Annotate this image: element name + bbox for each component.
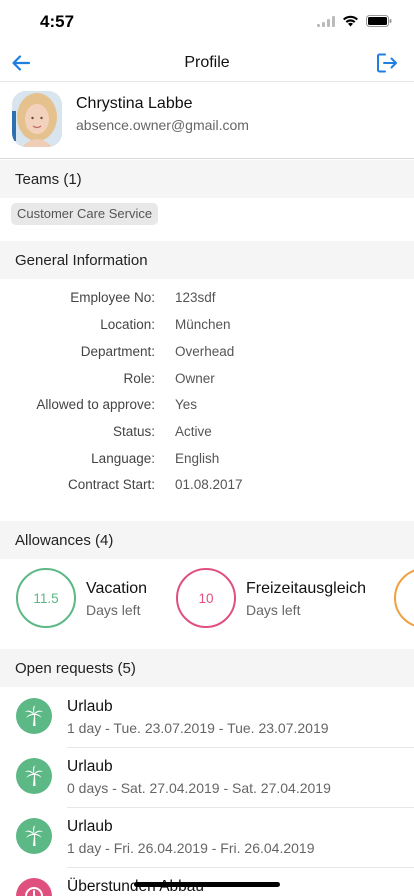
info-row-location: Location: München xyxy=(0,317,414,339)
info-row-contract-start: Contract Start: 01.08.2017 xyxy=(0,477,414,499)
info-label: Employee No: xyxy=(70,290,155,305)
info-value: 01.08.2017 xyxy=(175,477,243,492)
allowance-title: Vacation xyxy=(86,580,148,597)
requests-section-header: Open requests (5) xyxy=(0,649,414,687)
allowance-freizeitausgleich[interactable]: 10 Freizeitausgleich Days left xyxy=(176,568,376,630)
info-label: Language: xyxy=(91,451,155,466)
navigation-bar: Profile xyxy=(0,44,414,82)
info-value: Yes xyxy=(175,397,198,412)
wifi-icon xyxy=(343,15,358,27)
palm-tree-icon xyxy=(16,698,52,734)
info-label: Contract Start: xyxy=(67,477,155,492)
teams-section-header: Teams (1) xyxy=(0,160,414,198)
request-item[interactable]: Urlaub 1 day - Tue. 23.07.2019 - Tue. 23… xyxy=(0,688,414,748)
allowance-circle: 10 xyxy=(176,568,236,628)
status-icons xyxy=(317,15,392,27)
request-subtitle: 1 day - Fri. 26.04.2019 - Fri. 26.04.201… xyxy=(67,840,315,856)
requests-header-label: Open requests (5) xyxy=(15,660,136,677)
allowance-subtitle: Days left xyxy=(86,602,141,618)
profile-email: absence.owner@gmail.com xyxy=(76,117,249,133)
info-label: Status: xyxy=(112,424,155,439)
profile-name: Chrystina Labbe xyxy=(76,95,193,112)
request-item[interactable]: Urlaub 0 days - Sat. 27.04.2019 - Sat. 2… xyxy=(0,748,414,808)
allowance-vacation[interactable]: 11.5 Vacation Days left xyxy=(16,568,166,630)
palm-tree-icon xyxy=(16,758,52,794)
profile-header: Chrystina Labbe absence.owner@gmail.com xyxy=(0,82,414,159)
general-section-header: General Information xyxy=(0,241,414,279)
request-title: Urlaub xyxy=(67,698,113,715)
request-title: Überstunden Abbau xyxy=(67,878,204,895)
logout-icon[interactable] xyxy=(376,52,398,74)
teams-header-label: Teams (1) xyxy=(15,171,82,188)
allowances-header-label: Allowances (4) xyxy=(15,532,114,549)
allowance-circle xyxy=(394,568,414,628)
allowances-section-header: Allowances (4) xyxy=(0,521,414,559)
palm-tree-icon xyxy=(16,818,52,854)
page-title: Profile xyxy=(184,54,230,71)
info-value: Owner xyxy=(175,371,215,386)
team-chip[interactable]: Customer Care Service xyxy=(11,203,159,225)
request-subtitle: 0 days - Sat. 27.04.2019 - Sat. 27.04.20… xyxy=(67,780,331,796)
info-value: 123sdf xyxy=(175,290,216,305)
avatar xyxy=(12,91,62,147)
info-label: Allowed to approve: xyxy=(36,397,155,412)
info-row-language: Language: English xyxy=(0,451,414,473)
clock-icon xyxy=(16,878,52,896)
request-item[interactable]: Urlaub 1 day - Fri. 26.04.2019 - Fri. 26… xyxy=(0,808,414,868)
request-subtitle: 1 day - Tue. 23.07.2019 - Tue. 23.07.201… xyxy=(67,720,329,736)
allowance-partial[interactable] xyxy=(394,568,414,630)
info-row-status: Status: Active xyxy=(0,424,414,446)
battery-icon xyxy=(366,15,392,27)
info-row-employee-no: Employee No: 123sdf xyxy=(0,290,414,312)
home-indicator xyxy=(134,882,280,887)
request-title: Urlaub xyxy=(67,818,113,835)
info-value: Overhead xyxy=(175,344,235,359)
allowance-title: Freizeitausgleich xyxy=(246,580,367,597)
status-time: 4:57 xyxy=(40,12,75,31)
request-title: Urlaub xyxy=(67,758,113,775)
cellular-signal-icon xyxy=(317,15,335,27)
info-label: Role: xyxy=(123,371,155,386)
info-value: English xyxy=(175,451,220,466)
info-label: Location: xyxy=(100,317,155,332)
info-label: Department: xyxy=(80,344,155,359)
allowance-circle: 11.5 xyxy=(16,568,76,628)
info-value: München xyxy=(175,317,231,332)
allowance-subtitle: Days left xyxy=(246,602,301,618)
info-row-department: Department: Overhead xyxy=(0,344,414,366)
info-row-allowed-to-approve: Allowed to approve: Yes xyxy=(0,397,414,419)
info-value: Active xyxy=(175,424,212,439)
status-bar: 4:57 xyxy=(0,0,414,44)
info-row-role: Role: Owner xyxy=(0,371,414,393)
general-header-label: General Information xyxy=(15,252,148,269)
